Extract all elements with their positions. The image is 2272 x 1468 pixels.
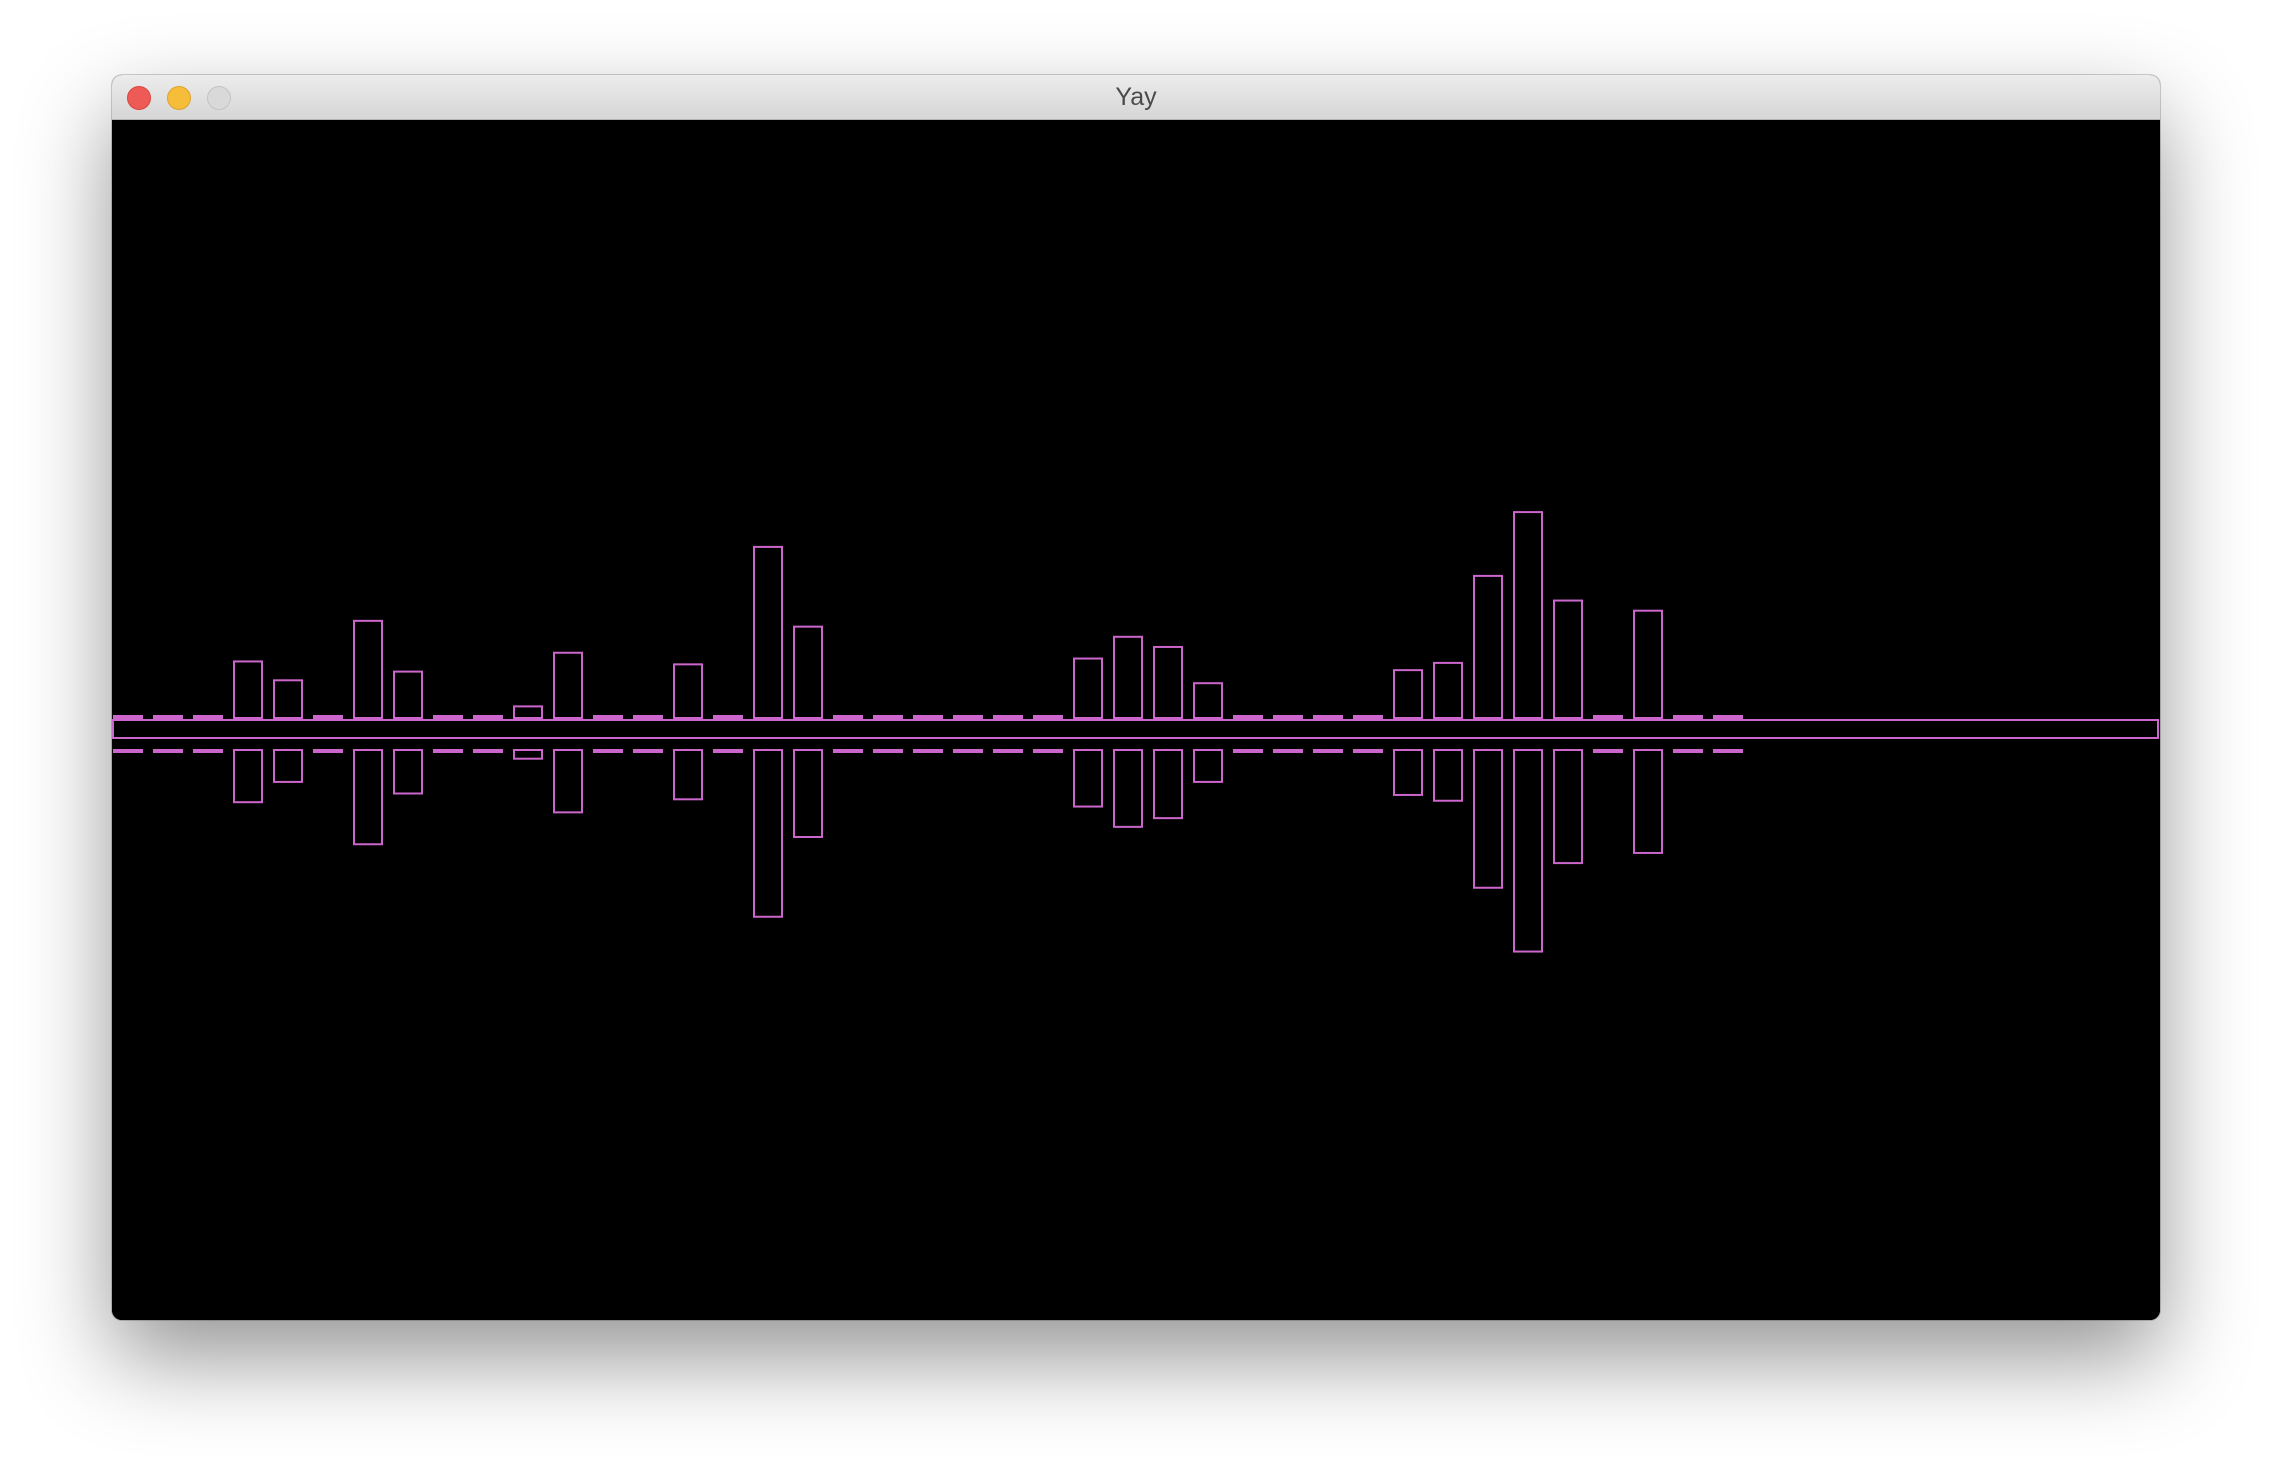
close-button[interactable] <box>127 86 151 110</box>
upper-bar <box>313 715 343 719</box>
lower-bar <box>593 749 623 753</box>
app-window: Yay <box>112 75 2160 1320</box>
upper-bar <box>1713 715 1743 719</box>
lower-bar <box>833 749 863 753</box>
minimize-button[interactable] <box>167 86 191 110</box>
lower-bar <box>713 749 743 753</box>
lower-bar <box>473 749 503 753</box>
lower-bar <box>393 749 423 795</box>
lower-bar <box>1433 749 1463 802</box>
upper-bar <box>1473 574 1503 719</box>
upper-bar <box>1673 715 1703 719</box>
lower-bar <box>153 749 183 753</box>
lower-bar <box>1033 749 1063 753</box>
upper-bar <box>1513 511 1543 719</box>
upper-bar <box>1153 645 1183 720</box>
upper-bar <box>633 715 663 719</box>
lower-bar <box>113 749 143 753</box>
upper-bar <box>153 715 183 719</box>
upper-bar <box>593 715 623 719</box>
upper-bar <box>793 625 823 719</box>
lower-bar <box>1073 749 1103 808</box>
lower-bar <box>1233 749 1263 753</box>
lower-bar <box>1593 749 1623 753</box>
upper-bar <box>753 545 783 719</box>
lower-bar <box>633 749 663 753</box>
lower-bar <box>193 749 223 753</box>
upper-bar <box>233 660 263 720</box>
upper-bar <box>873 715 903 719</box>
upper-bar <box>1033 715 1063 719</box>
upper-bar <box>1593 715 1623 719</box>
upper-bar <box>1553 599 1583 719</box>
upper-bar <box>433 715 463 719</box>
upper-bar <box>1233 715 1263 719</box>
upper-bar <box>713 715 743 719</box>
upper-bar <box>273 679 303 719</box>
upper-bar <box>993 715 1023 719</box>
lower-bar <box>953 749 983 753</box>
upper-bar <box>393 670 423 719</box>
lower-bar <box>1153 749 1183 820</box>
upper-bar <box>1073 657 1103 719</box>
upper-bar <box>1633 609 1663 720</box>
lower-bar <box>1633 749 1663 854</box>
lower-bar <box>553 749 583 814</box>
lower-bar <box>1513 749 1543 953</box>
upper-bar <box>1273 715 1303 719</box>
upper-bar <box>833 715 863 719</box>
lower-bar <box>313 749 343 753</box>
lower-bar <box>753 749 783 918</box>
upper-bar <box>353 619 383 720</box>
lower-bar <box>993 749 1023 753</box>
upper-bar <box>1433 661 1463 720</box>
lower-bar <box>1393 749 1423 796</box>
upper-bar <box>1393 669 1423 720</box>
lower-bar <box>273 749 303 783</box>
window-title: Yay <box>1115 82 1157 111</box>
lower-bar <box>1313 749 1343 753</box>
upper-bar <box>473 715 503 719</box>
upper-bar <box>553 651 583 719</box>
upper-bar <box>1353 715 1383 719</box>
lower-bar <box>433 749 463 753</box>
upper-bar <box>1193 682 1223 720</box>
lower-bar <box>1553 749 1583 865</box>
upper-bar <box>913 715 943 719</box>
lower-bar <box>1673 749 1703 753</box>
lower-bar <box>233 749 263 804</box>
visualizer-canvas <box>112 120 2160 1320</box>
upper-bar <box>113 715 143 719</box>
upper-bar <box>1313 715 1343 719</box>
lower-bar <box>1473 749 1503 889</box>
lower-bar <box>913 749 943 753</box>
upper-bar <box>513 705 543 720</box>
zoom-button[interactable] <box>207 86 231 110</box>
lower-bar <box>353 749 383 846</box>
lower-bar <box>793 749 823 838</box>
lower-bar <box>673 749 703 801</box>
lower-bar <box>1273 749 1303 753</box>
lower-bar <box>1713 749 1743 753</box>
upper-bar <box>953 715 983 719</box>
upper-bar <box>193 715 223 719</box>
lower-bar <box>1353 749 1383 753</box>
audio-visualizer <box>112 511 2159 953</box>
title-bar[interactable]: Yay <box>112 75 2160 120</box>
upper-bar <box>673 663 703 719</box>
lower-bar <box>1113 749 1143 828</box>
lower-bar <box>873 749 903 753</box>
center-band <box>112 719 2159 739</box>
lower-bar <box>1193 749 1223 783</box>
lower-bar <box>513 749 543 760</box>
upper-bar <box>1113 635 1143 719</box>
